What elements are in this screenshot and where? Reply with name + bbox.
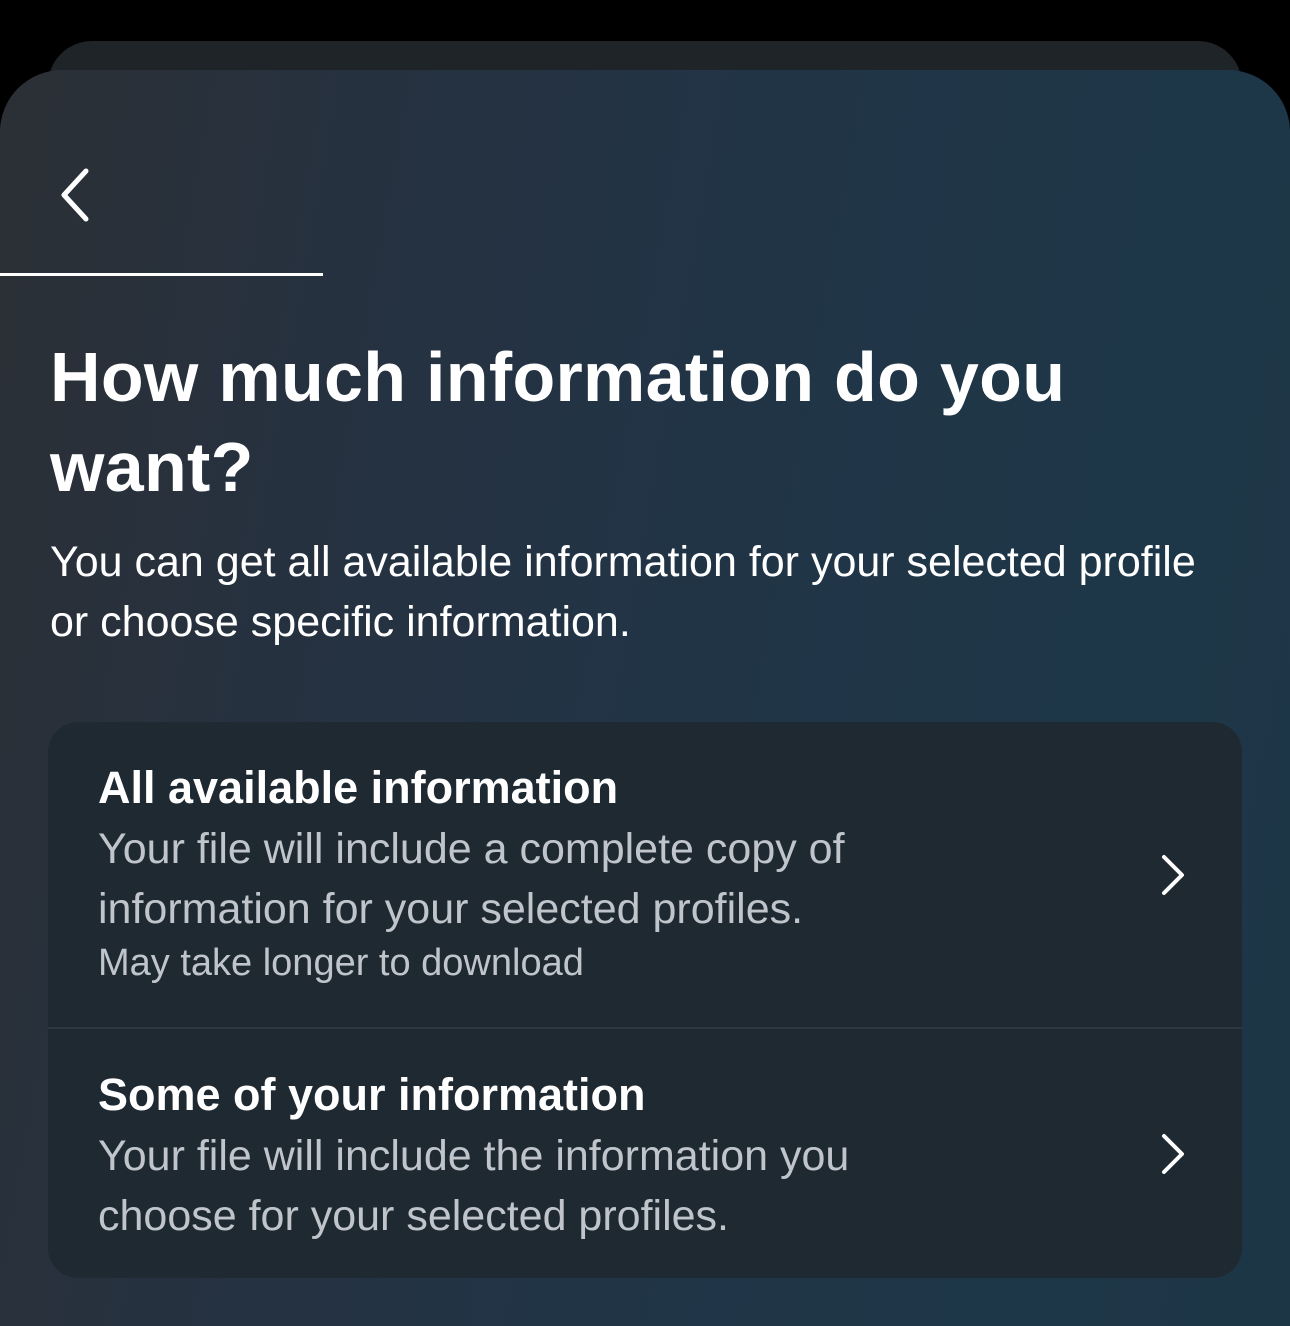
option-title: Some of your information: [98, 1069, 646, 1120]
chevron-right-icon: [1154, 853, 1190, 897]
option-all-information[interactable]: All available information Your file will…: [48, 722, 1242, 1029]
page-subtitle: You can get all available information fo…: [50, 538, 1196, 646]
option-note: May take longer to download: [98, 942, 584, 984]
options-list: All available information Your file will…: [48, 722, 1242, 1278]
option-description: Your file will include a complete copy o…: [98, 825, 845, 933]
option-some-information[interactable]: Some of your information Your file will …: [48, 1029, 1242, 1278]
option-description: Your file will include the information y…: [98, 1132, 850, 1240]
progress-bar: [0, 273, 1290, 276]
screen: How much information do you want? You ca…: [0, 0, 1290, 1326]
chevron-left-icon: [61, 168, 89, 222]
back-button[interactable]: [44, 160, 108, 230]
page-title: How much information do you want?: [50, 338, 1066, 506]
bottom-sheet: How much information do you want? You ca…: [0, 70, 1290, 1326]
progress-bar-fill: [0, 273, 323, 276]
chevron-right-icon: [1154, 1132, 1190, 1176]
option-title: All available information: [98, 762, 619, 813]
